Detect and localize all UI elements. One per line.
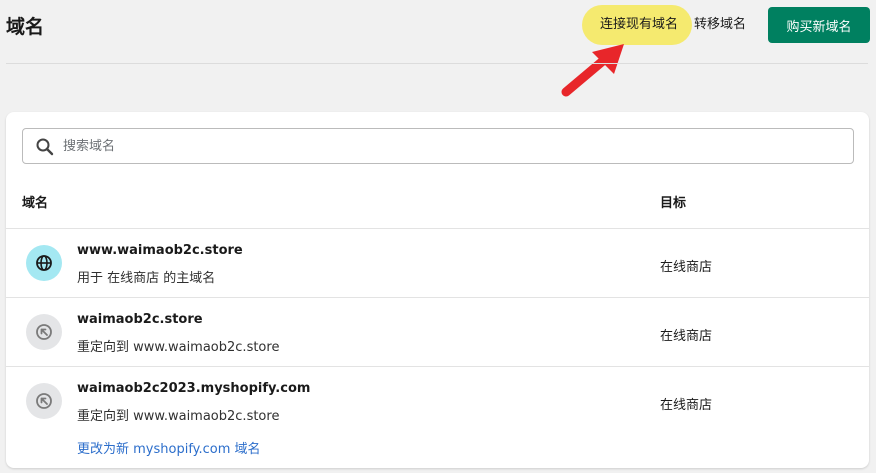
buy-new-domain-button[interactable]: 购买新域名 (768, 7, 870, 43)
domains-page: 域名 连接现有域名 转移域名 购买新域名 域名 目标 (0, 0, 876, 473)
change-myshopify-domain-link[interactable]: 更改为新 myshopify.com 域名 (77, 438, 261, 457)
table-row[interactable]: waimaob2c.store 重定向到 www.waimaob2c.store… (6, 297, 869, 366)
search-icon (36, 138, 54, 156)
column-header-target: 目标 (660, 196, 687, 211)
header-divider (6, 63, 868, 64)
domain-name[interactable]: waimaob2c2023.myshopify.com (77, 381, 310, 396)
domain-target: 在线商店 (660, 329, 713, 344)
domains-card: 域名 目标 www.waimaob2c.store 用于 在线商店 的主域名 在… (6, 112, 869, 468)
connect-existing-domain-button[interactable]: 连接现有域名 (592, 14, 686, 36)
transfer-domain-button[interactable]: 转移域名 (694, 14, 746, 36)
table-row[interactable]: www.waimaob2c.store 用于 在线商店 的主域名 在线商店 (6, 228, 869, 297)
search-field[interactable] (22, 128, 854, 164)
column-header-domain: 域名 (22, 196, 49, 211)
redirect-icon (26, 383, 62, 419)
redirect-icon (26, 314, 62, 350)
domain-target: 在线商店 (660, 398, 713, 413)
domain-target: 在线商店 (660, 260, 713, 275)
domain-subtitle: 重定向到 www.waimaob2c.store (77, 340, 280, 355)
domain-name[interactable]: www.waimaob2c.store (77, 243, 243, 258)
page-title: 域名 (6, 16, 45, 38)
domain-name[interactable]: waimaob2c.store (77, 312, 203, 327)
globe-icon (26, 245, 62, 281)
table-row[interactable]: waimaob2c2023.myshopify.com 重定向到 www.wai… (6, 366, 869, 466)
search-input[interactable] (63, 135, 823, 157)
domain-subtitle: 用于 在线商店 的主域名 (77, 271, 216, 286)
domain-subtitle: 重定向到 www.waimaob2c.store (77, 409, 280, 424)
red-arrow-icon (561, 44, 624, 97)
